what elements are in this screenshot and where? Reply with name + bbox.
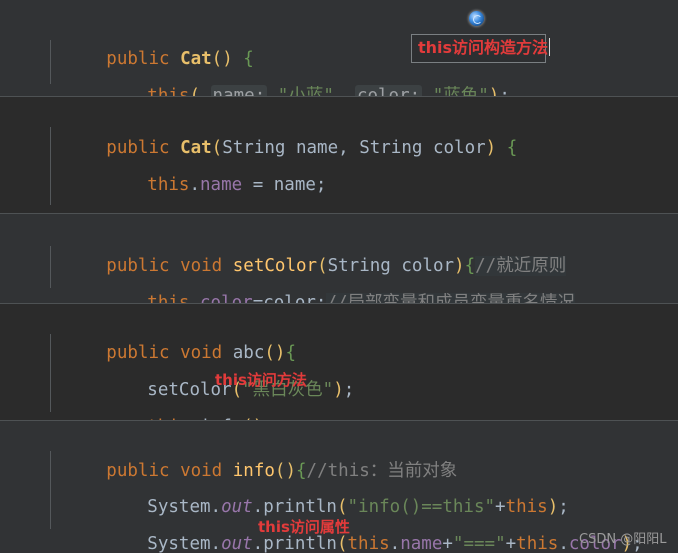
code-line[interactable]: public Cat(String name, String color) {: [0, 93, 517, 158]
token-plus: +: [442, 534, 453, 553]
token-this-keyword: this: [347, 534, 390, 553]
token-plus: +: [505, 534, 517, 553]
code-block-abc-method[interactable]: public void abc(){ setColor("黑白灰色"); thi…: [0, 304, 678, 463]
annotation-textbox-constructor[interactable]: this访问构造方法: [411, 34, 551, 63]
token-this-keyword: this: [516, 534, 559, 553]
token-static-field: out: [221, 534, 253, 553]
java-code-editor[interactable]: private String color; public Cat() { thi…: [0, 0, 678, 553]
code-block-no-arg-constructor[interactable]: public Cat() { this( name: "小蓝", color: …: [0, 8, 678, 133]
code-line[interactable]: this.name = name;: [0, 130, 326, 195]
token-system: System: [147, 534, 211, 553]
token-close-paren: ): [333, 380, 344, 400]
code-line[interactable]: public void info(){//this：当前对象: [0, 416, 457, 481]
code-line[interactable]: System.out.println("info()==this"+this);: [0, 452, 569, 517]
code-line[interactable]: public void abc(){: [0, 298, 296, 363]
token-field: name: [400, 534, 443, 553]
token-close-paren: ): [485, 138, 497, 158]
token-dot: .: [558, 534, 569, 553]
token-type: String: [359, 138, 423, 158]
token-open-brace: {: [506, 138, 518, 158]
code-line[interactable]: setColor("黑白灰色");: [0, 335, 354, 400]
token-param: color: [422, 138, 486, 158]
annotation-method-note: this访问方法: [215, 371, 307, 389]
token-dot: .: [210, 534, 222, 553]
text-caret: [549, 38, 551, 56]
code-block-full-constructor[interactable]: public Cat(String name, String color) { …: [0, 97, 678, 258]
code-editor-screenshot: private String color; public Cat() { thi…: [0, 0, 678, 553]
token-string: "===": [452, 534, 506, 553]
token-semicolon: ;: [343, 380, 355, 400]
annotation-field-note: this访问属性: [258, 518, 350, 536]
csdn-watermark: CSDN @阳阳L: [579, 532, 667, 547]
token-dot: .: [389, 534, 401, 553]
code-line[interactable]: public void setColor(String color){//就近原…: [0, 211, 567, 276]
code-line[interactable]: public Cat() {: [0, 4, 254, 69]
annotation-constructor-text: this访问构造方法: [418, 38, 549, 57]
blue-spinner-icon: [469, 11, 484, 26]
code-line[interactable]: }: [0, 515, 117, 552]
code-block-setcolor-method[interactable]: public void setColor(String color){//就近原…: [0, 211, 678, 340]
